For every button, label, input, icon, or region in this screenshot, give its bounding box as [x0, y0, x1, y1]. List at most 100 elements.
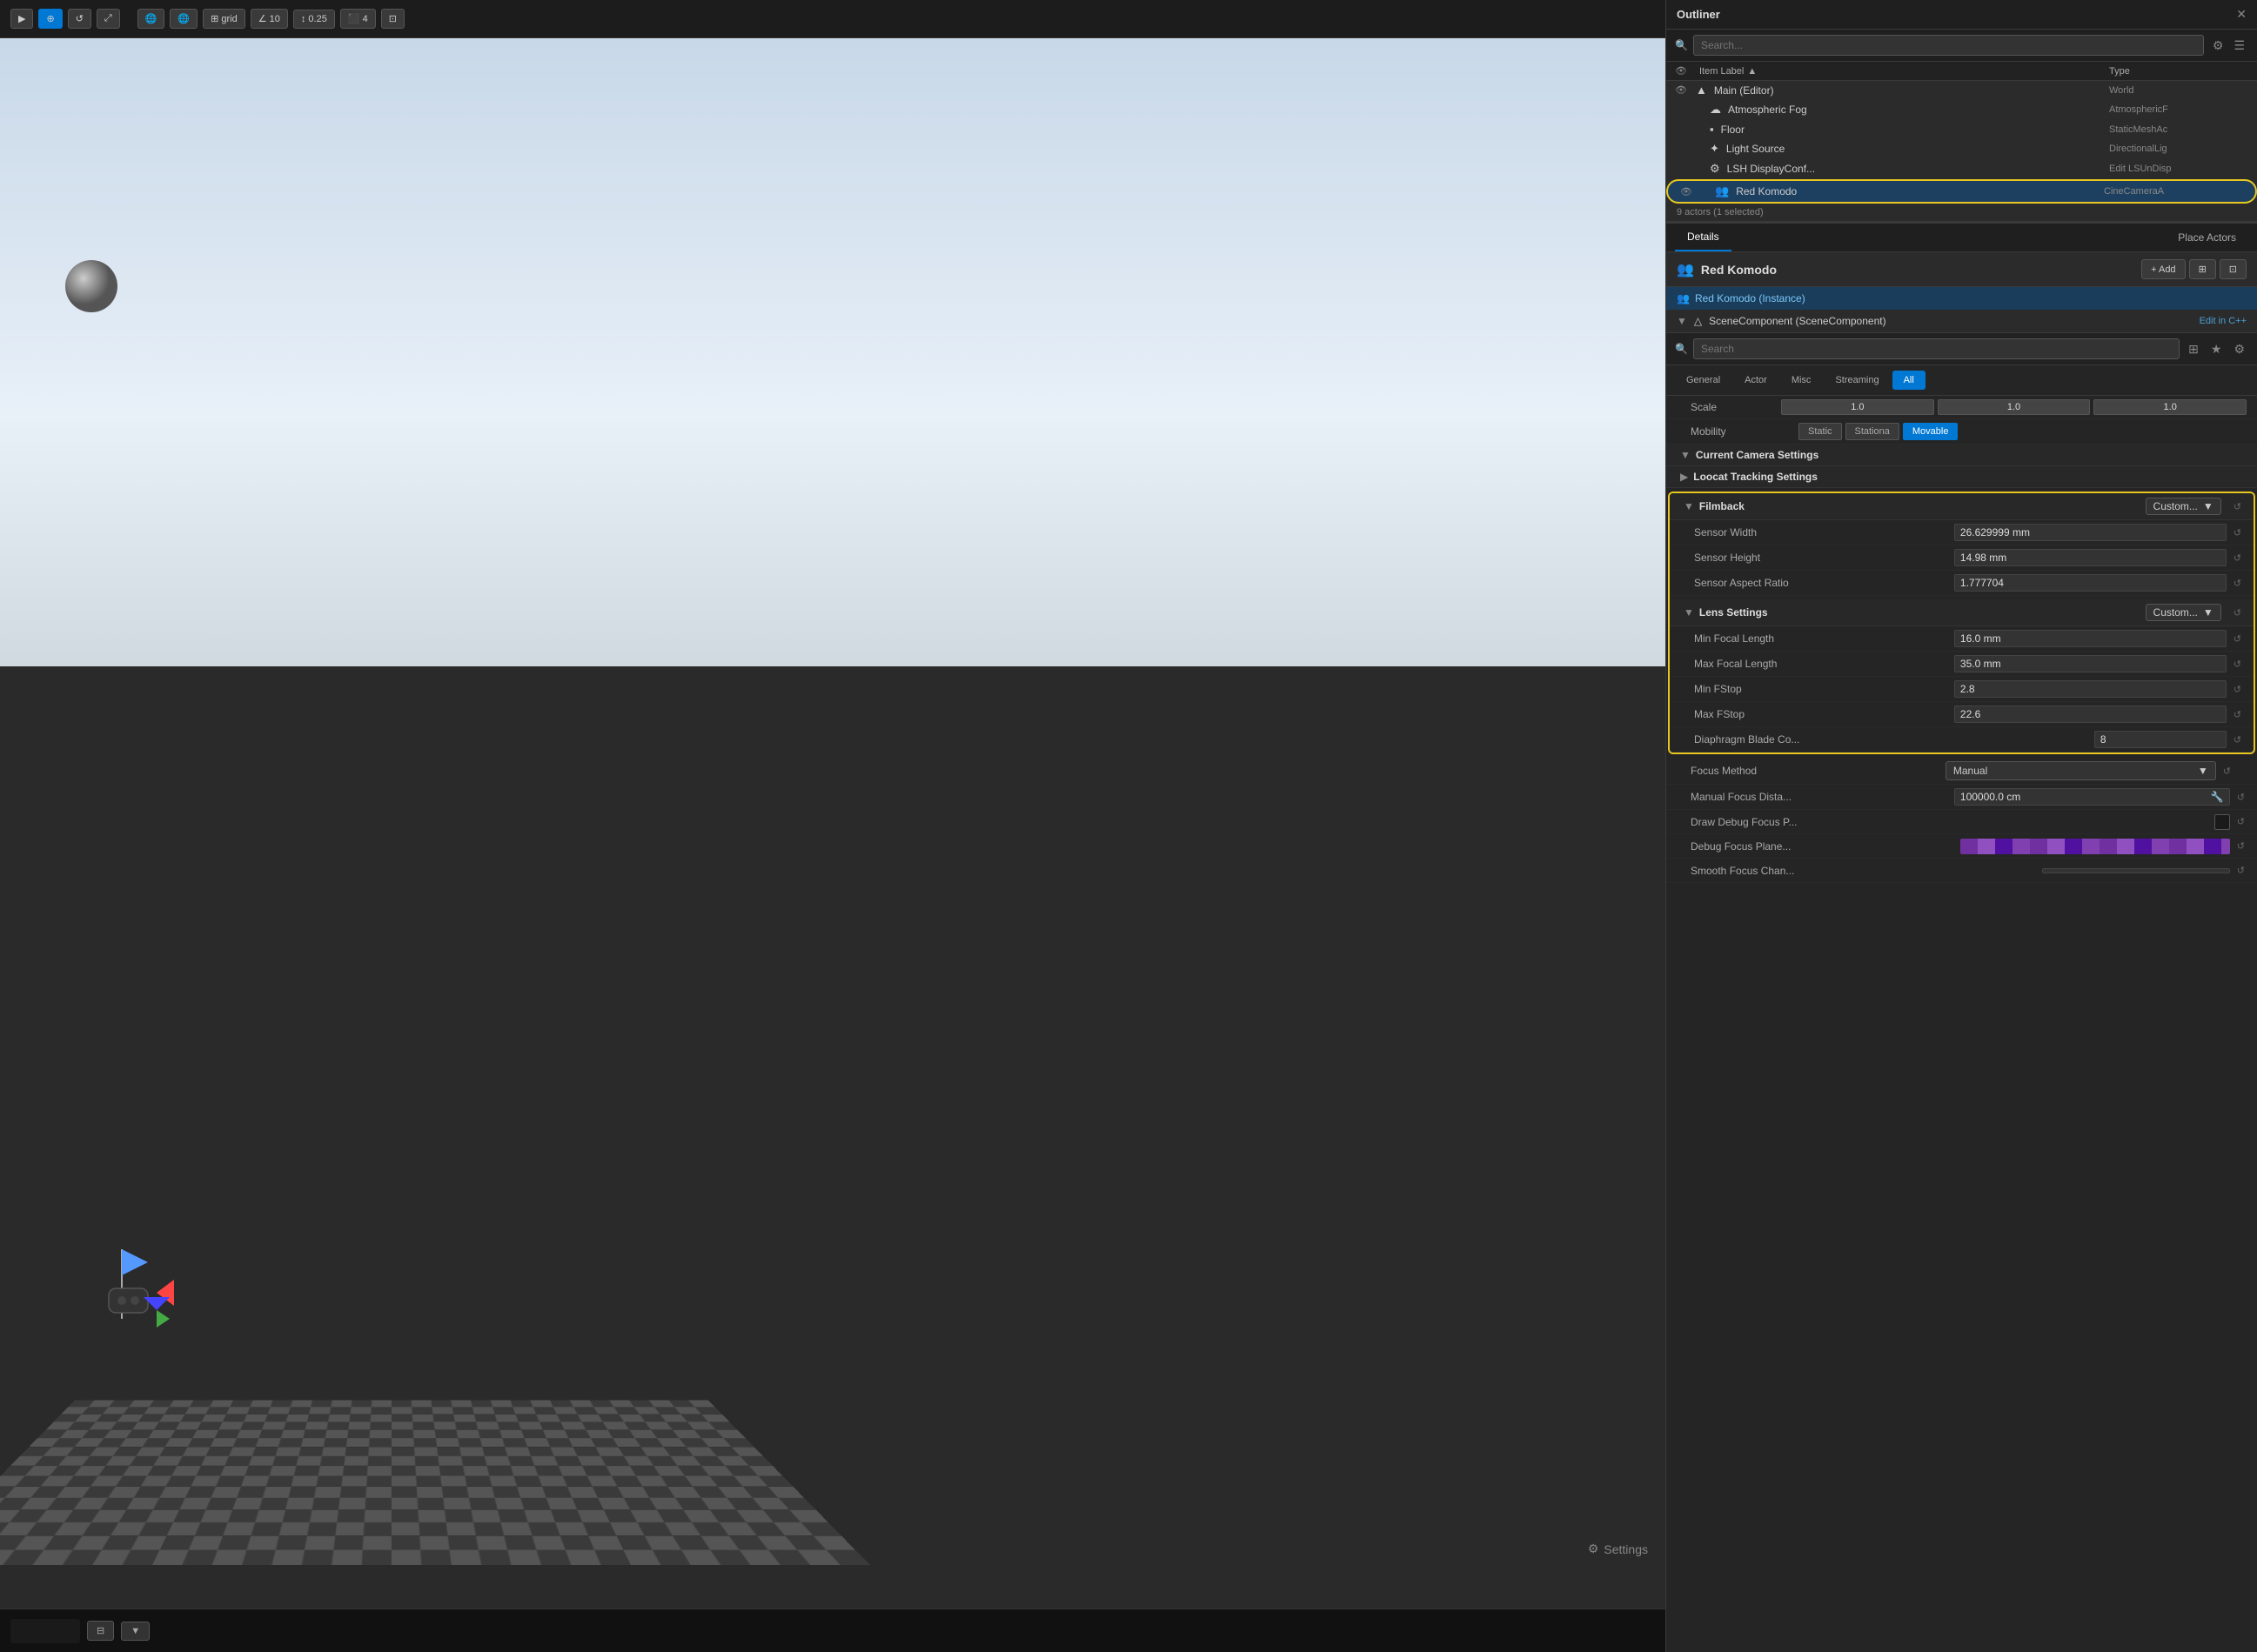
mobility-movable-btn[interactable]: Movable: [1903, 423, 1959, 440]
min-focal-reset-btn[interactable]: ↺: [2232, 632, 2243, 646]
sensor-height-reset-btn[interactable]: ↺: [2232, 551, 2243, 565]
gear-icon[interactable]: ⚙: [2230, 340, 2248, 358]
filter-tab-all[interactable]: All: [1892, 371, 1925, 390]
edit-cpp-btn[interactable]: Edit in C++: [2200, 316, 2247, 326]
debug-focus-plane-reset-btn[interactable]: ↺: [2235, 839, 2247, 853]
gear-icon: ⚙: [1588, 1542, 1599, 1556]
max-focal-reset-btn[interactable]: ↺: [2232, 657, 2243, 672]
filter-tab-misc[interactable]: Misc: [1780, 371, 1823, 390]
table-row[interactable]: ▪ Floor StaticMeshAc: [1666, 120, 2257, 139]
manual-focus-reset-btn[interactable]: ↺: [2235, 790, 2247, 805]
sensor-aspect-reset-btn[interactable]: ↺: [2232, 576, 2243, 591]
camera-speed-btn[interactable]: ⬛ 4: [340, 9, 376, 29]
visibility-col-header: 👁: [1675, 65, 1696, 77]
sensor-width-reset-btn[interactable]: ↺: [2232, 525, 2243, 540]
grid-snap-btn[interactable]: ⊞ grid: [203, 9, 245, 29]
sensor-height-label: Sensor Height: [1694, 552, 1954, 564]
settings-icon[interactable]: ⚙: [2209, 37, 2227, 55]
debug-color-box[interactable]: [2214, 814, 2230, 830]
draw-debug-row: Draw Debug Focus P... ↺: [1666, 810, 2257, 834]
min-focal-value[interactable]: 16.0 mm: [1954, 630, 2227, 647]
table-row[interactable]: ☁ Atmospheric Fog AtmosphericF: [1666, 100, 2257, 120]
filter-btn[interactable]: ▼: [121, 1622, 150, 1641]
lens-settings-header[interactable]: ▼ Lens Settings Custom... ▼ ↺: [1670, 599, 2254, 626]
sort-icon[interactable]: ▲: [1747, 66, 1757, 77]
sensor-width-value[interactable]: 26.629999 mm: [1954, 524, 2227, 541]
lens-preset-dropdown[interactable]: Custom... ▼: [2146, 604, 2221, 621]
draw-debug-reset-btn[interactable]: ↺: [2235, 814, 2247, 829]
maximize-viewport-btn[interactable]: ⊡: [381, 9, 405, 29]
current-camera-settings-header[interactable]: ▼ Current Camera Settings: [1666, 445, 2257, 466]
star-icon[interactable]: ★: [2207, 340, 2226, 358]
focus-method-dropdown[interactable]: Manual ▼: [1946, 761, 2216, 780]
filmback-reset-btn[interactable]: ↺: [2232, 499, 2243, 514]
rotate-tool-btn[interactable]: ↺: [68, 9, 91, 29]
content-browser-btn[interactable]: ⊟: [87, 1621, 114, 1641]
outliner-close-btn[interactable]: ✕: [2236, 7, 2247, 22]
translate-tool-btn[interactable]: ⊕: [38, 9, 62, 29]
viewport-settings[interactable]: ⚙ Settings: [1588, 1542, 1648, 1556]
diaphragm-reset-btn[interactable]: ↺: [2232, 732, 2243, 747]
table-row[interactable]: ✦ Light Source DirectionalLig: [1666, 139, 2257, 159]
world-space-btn[interactable]: 🌐: [137, 9, 165, 29]
local-space-btn[interactable]: 🌐: [170, 9, 198, 29]
min-fstop-reset-btn[interactable]: ↺: [2232, 682, 2243, 697]
select-tool-btn[interactable]: ▶: [10, 9, 33, 29]
table-row[interactable]: 👁 ▲ Main (Editor) World: [1666, 81, 2257, 100]
table-row[interactable]: 👁 👥 Red Komodo CineCameraA: [1666, 179, 2257, 204]
add-component-btn[interactable]: + Add: [2141, 259, 2185, 279]
blueprint-btn[interactable]: ⊞: [2189, 259, 2216, 279]
filter-tab-streaming[interactable]: Streaming: [1824, 371, 1890, 390]
lens-reset-btn[interactable]: ↺: [2232, 605, 2243, 620]
scale-snap-btn[interactable]: ↕ 0.25: [293, 10, 335, 29]
lookat-tracking-settings-header[interactable]: ▶ Loocat Tracking Settings: [1666, 466, 2257, 488]
smooth-focus-reset-btn[interactable]: ↺: [2235, 863, 2247, 878]
smooth-focus-value[interactable]: [2042, 868, 2230, 873]
manual-focus-value[interactable]: 100000.0 cm 🔧: [1954, 788, 2230, 806]
angle-snap-btn[interactable]: ∠ 10: [251, 9, 288, 29]
manual-focus-row: Manual Focus Dista... 100000.0 cm 🔧 ↺: [1666, 785, 2257, 810]
visibility-toggle[interactable]: 👁: [1680, 186, 1701, 197]
scale-z-input[interactable]: [2093, 399, 2247, 415]
filmback-header[interactable]: ▼ Filmback Custom... ▼ ↺: [1670, 493, 2254, 520]
eyedropper-icon[interactable]: 🔧: [2211, 791, 2224, 803]
max-fstop-reset-btn[interactable]: ↺: [2232, 707, 2243, 722]
filmback-preset-dropdown[interactable]: Custom... ▼: [2146, 498, 2221, 515]
tab-place-actors[interactable]: Place Actors: [2166, 224, 2248, 251]
scale-x-input[interactable]: [1781, 399, 1934, 415]
max-fstop-value[interactable]: 22.6: [1954, 706, 2227, 723]
visibility-toggle[interactable]: 👁: [1675, 84, 1696, 96]
min-focal-label: Min Focal Length: [1694, 632, 1954, 645]
row-label: ☁ Atmospheric Fog: [1696, 103, 2109, 117]
actor-icon: 👥: [1677, 261, 1694, 278]
mobility-static-btn[interactable]: Static: [1798, 423, 1842, 440]
scene-component-row[interactable]: ▼ △ SceneComponent (SceneComponent) Edit…: [1666, 310, 2257, 333]
scale-tool-btn[interactable]: ⤢: [97, 9, 120, 29]
instance-row[interactable]: 👥 Red Komodo (Instance): [1666, 287, 2257, 310]
filter-tab-actor[interactable]: Actor: [1733, 371, 1778, 390]
table-icon[interactable]: ⊞: [2185, 340, 2202, 358]
diaphragm-value[interactable]: 8: [2094, 731, 2227, 748]
filter-tab-general[interactable]: General: [1675, 371, 1731, 390]
outliner-search-bar: 🔍 ⚙ ☰: [1666, 30, 2257, 62]
outliner-header: Outliner ✕: [1666, 0, 2257, 30]
details-actor-header: 👥 Red Komodo + Add ⊞ ⊡: [1666, 252, 2257, 287]
viewport-area: ▶ ⊕ ↺ ⤢ 🌐 🌐 ⊞ grid ∠ 10 ↕ 0.25 ⬛ 4 ⊡: [0, 0, 1665, 1652]
min-fstop-value[interactable]: 2.8: [1954, 680, 2227, 698]
scale-y-input[interactable]: [1938, 399, 2091, 415]
details-search-input[interactable]: [1693, 338, 2180, 359]
outliner-panel: Outliner ✕ 🔍 ⚙ ☰ 👁 Item Label ▲ Type 👁 ▲: [1666, 0, 2257, 224]
camera-actor-icon: 👥: [1715, 184, 1729, 198]
debug-focus-plane-strip[interactable]: [1960, 839, 2230, 854]
outliner-search-input[interactable]: [1693, 35, 2204, 56]
filter-icon[interactable]: ☰: [2230, 37, 2248, 55]
table-row[interactable]: ⚙ LSH DisplayConf... Edit LSUnDisp: [1666, 159, 2257, 179]
tab-details[interactable]: Details: [1675, 224, 1731, 251]
focus-method-reset-btn[interactable]: ↺: [2221, 764, 2233, 779]
max-focal-value[interactable]: 35.0 mm: [1954, 655, 2227, 672]
mobility-stationary-btn[interactable]: Stationa: [1845, 423, 1899, 440]
sensor-height-value[interactable]: 14.98 mm: [1954, 549, 2227, 566]
main-viewport[interactable]: ⚙ Settings: [0, 38, 1665, 1609]
find-btn[interactable]: ⊡: [2220, 259, 2247, 279]
chevron-down-icon: ▼: [2203, 606, 2213, 619]
